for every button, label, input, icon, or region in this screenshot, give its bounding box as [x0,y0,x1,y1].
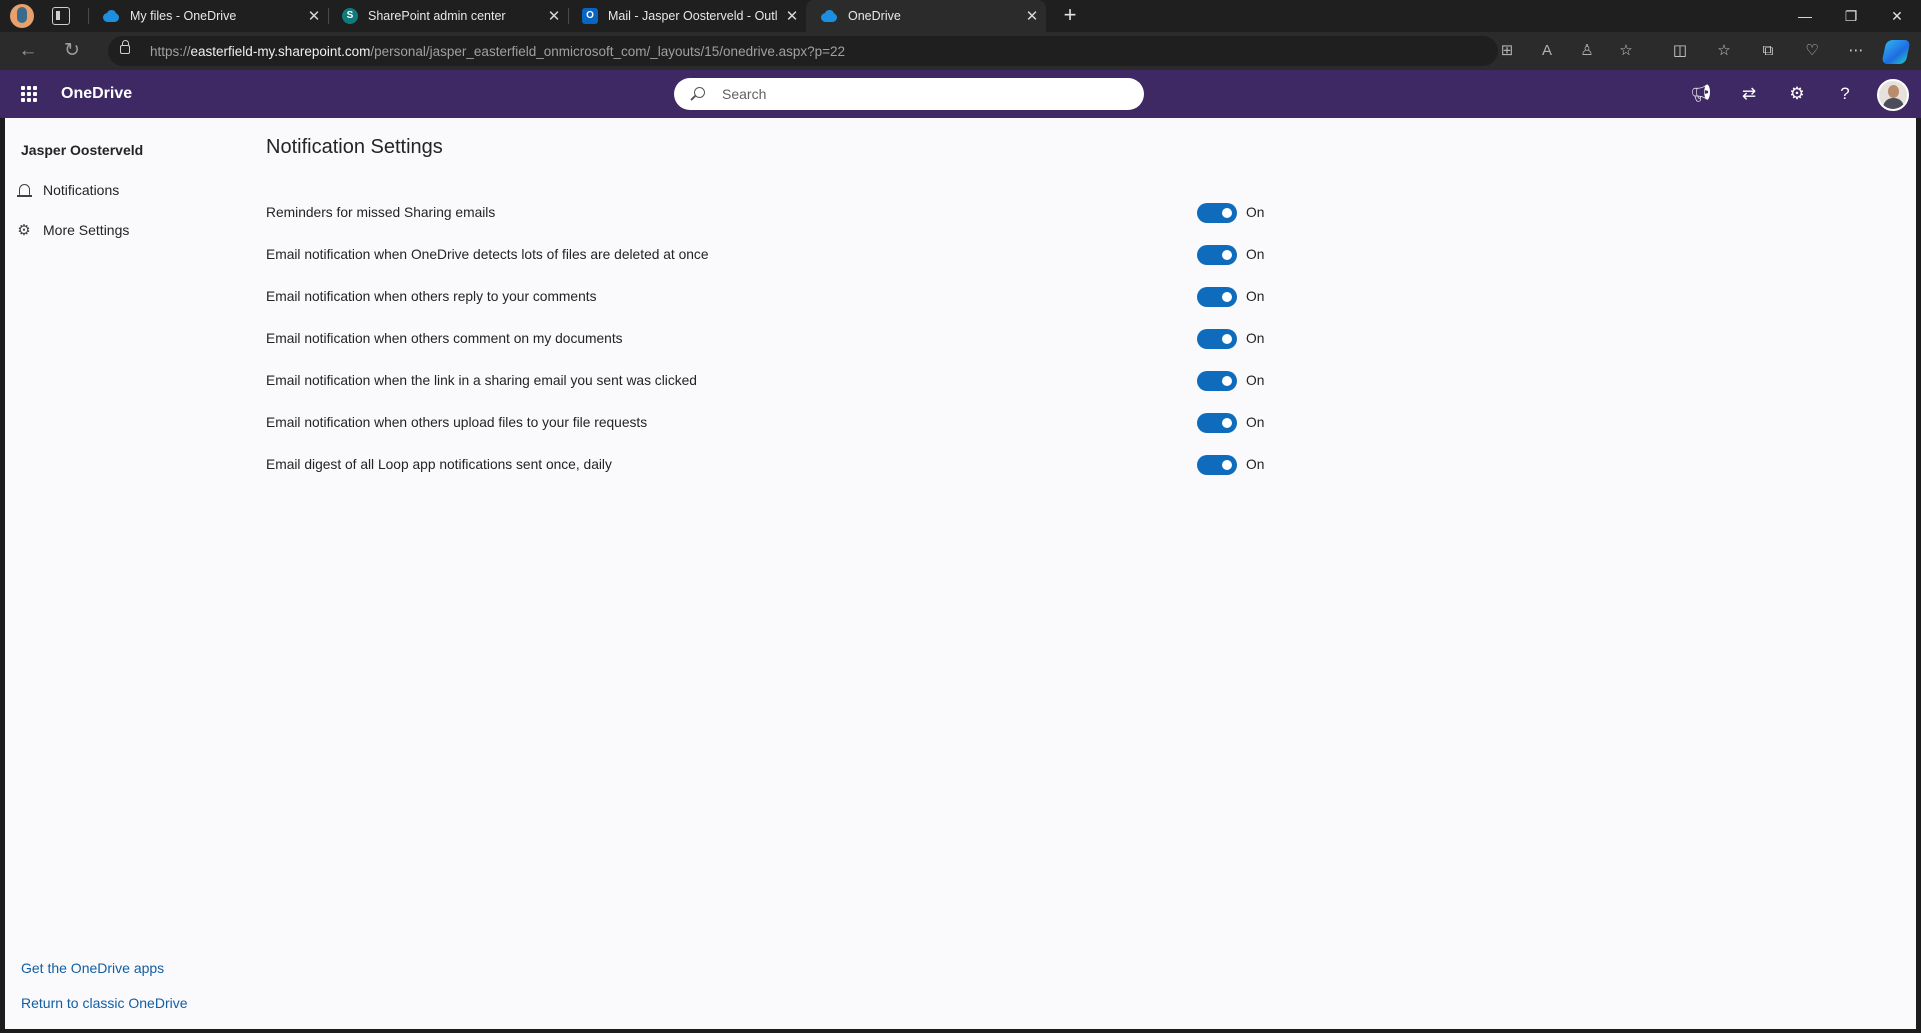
browser-tab-strip: My files - OneDrive ✕ S SharePoint admin… [0,0,1921,32]
browser-profile-avatar[interactable] [10,4,34,28]
setting-label: Email notification when the link in a sh… [266,373,697,388]
toggle-state-label: On [1246,289,1265,304]
setting-label: Email notification when others comment o… [266,331,623,346]
sharepoint-icon: S [342,8,358,24]
setting-label: Email notification when OneDrive detects… [266,247,709,262]
browser-tab-onedrive[interactable]: OneDrive ✕ [806,0,1046,32]
sidebar-item-label: Notifications [43,182,120,198]
setting-toggle[interactable] [1197,455,1237,475]
tab-actions-icon[interactable] [52,7,70,25]
read-aloud-icon[interactable]: A [1536,41,1558,63]
setting-toggle[interactable] [1197,329,1237,349]
toggle-state-label: On [1246,331,1265,346]
more-options-icon[interactable]: ⋯ [1844,40,1868,64]
restore-button[interactable]: ❐ [1828,0,1874,32]
address-bar[interactable]: https://easterfield-my.sharepoint.com/pe… [108,36,1594,66]
browser-tab-my-files[interactable]: My files - OneDrive ✕ [88,0,328,32]
setting-row: Reminders for missed Sharing emails On [266,198,1266,228]
favorites-icon[interactable]: ☆ [1712,40,1736,64]
onedrive-icon [820,9,838,23]
bell-icon [5,182,43,199]
setting-row: Email notification when others reply to … [266,282,1266,312]
share-icon[interactable]: ⇄ [1736,82,1762,108]
browser-toolbar: ← ↻ https://easterfield-my.sharepoint.co… [0,32,1921,70]
page-title: Notification Settings [266,136,443,158]
copilot-icon[interactable] [1881,40,1911,64]
setting-row: Email notification when others comment o… [266,324,1266,354]
search-box[interactable] [674,78,1144,110]
tab-title: SharePoint admin center [368,9,506,23]
get-apps-link[interactable]: Get the OneDrive apps [21,960,164,976]
close-icon[interactable]: ✕ [540,7,568,25]
onedrive-header: OneDrive 📢︎ ⇄ ⚙ ? [0,70,1921,118]
browser-tab-mail[interactable]: O Mail - Jasper Oosterveld - Outlook ✕ [568,0,806,32]
sidebar-user-name: Jasper Oosterveld [21,142,144,158]
minimize-button[interactable]: — [1782,0,1828,32]
tab-title: OneDrive [848,9,901,23]
settings-gear-icon[interactable]: ⚙ [1784,82,1810,108]
url-host: easterfield-my.sharepoint.com [190,44,371,59]
toggle-state-label: On [1246,373,1265,388]
toggle-knob [1222,460,1232,470]
outlook-icon: O [582,8,598,24]
toggle-knob [1222,418,1232,428]
collections-icon[interactable]: ⧉ [1756,40,1780,64]
setting-row: Email notification when the link in a sh… [266,366,1266,396]
browser-health-icon[interactable]: ♡ [1800,40,1824,64]
tab-title: My files - OneDrive [130,9,237,23]
setting-label: Email notification when others upload fi… [266,415,648,430]
setting-toggle[interactable] [1197,371,1237,391]
split-screen-icon[interactable]: ◫ [1668,40,1692,64]
toggle-knob [1222,292,1232,302]
toggle-state-label: On [1246,205,1265,220]
toggle-knob [1222,376,1232,386]
setting-label: Email digest of all Loop app notificatio… [266,457,612,472]
setting-toggle[interactable] [1197,245,1237,265]
app-name[interactable]: OneDrive [61,85,132,103]
toggle-state-label: On [1246,457,1265,472]
back-button[interactable]: ← [14,38,42,66]
megaphone-icon[interactable]: 📢︎ [1688,82,1714,108]
toggle-state-label: On [1246,415,1265,430]
close-icon[interactable]: ✕ [1018,7,1046,25]
search-icon [694,87,705,98]
search-input[interactable] [722,78,1122,110]
settings-page: Jasper Oosterveld Notifications ⚙ More S… [5,118,1916,1029]
setting-toggle[interactable] [1197,413,1237,433]
toggle-knob [1222,250,1232,260]
user-avatar[interactable] [1877,79,1909,111]
lock-icon[interactable] [120,40,130,54]
classic-onedrive-link[interactable]: Return to classic OneDrive [21,995,188,1011]
setting-row: Email notification when others upload fi… [266,408,1266,438]
toggle-knob [1222,334,1232,344]
setting-row: Email digest of all Loop app notificatio… [266,450,1266,480]
new-tab-button[interactable]: + [1055,1,1085,31]
close-icon[interactable]: ✕ [778,7,806,25]
setting-row: Email notification when OneDrive detects… [266,240,1266,270]
onedrive-icon [102,9,120,23]
url-scheme: https:// [150,44,191,59]
favorite-star-icon[interactable]: ☆ [1614,40,1638,64]
toggle-knob [1222,208,1232,218]
setting-toggle[interactable] [1197,203,1237,223]
sidebar-item-label: More Settings [43,222,130,238]
address-url[interactable]: https://easterfield-my.sharepoint.com/pe… [150,44,845,59]
gear-icon: ⚙ [17,222,31,239]
browser-tab-sharepoint-admin[interactable]: S SharePoint admin center ✕ [328,0,568,32]
sidebar-item-notifications[interactable]: Notifications [5,175,119,205]
browser-essentials-icon[interactable]: ♙ [1576,41,1598,63]
help-icon[interactable]: ? [1832,82,1858,108]
setting-label: Reminders for missed Sharing emails [266,205,496,220]
sidebar-item-more-settings[interactable]: ⚙ More Settings [5,215,129,245]
refresh-button[interactable]: ↻ [58,38,86,66]
toggle-state-label: On [1246,247,1265,262]
window-close-button[interactable]: ✕ [1874,0,1920,32]
close-icon[interactable]: ✕ [300,7,328,25]
app-available-icon[interactable]: ⊞ [1496,41,1518,63]
url-path: /personal/jasper_easterfield_onmicrosoft… [370,44,846,59]
tab-title: Mail - Jasper Oosterveld - Outlook [608,9,778,23]
app-launcher-icon[interactable] [21,86,37,102]
setting-toggle[interactable] [1197,287,1237,307]
setting-label: Email notification when others reply to … [266,289,597,304]
